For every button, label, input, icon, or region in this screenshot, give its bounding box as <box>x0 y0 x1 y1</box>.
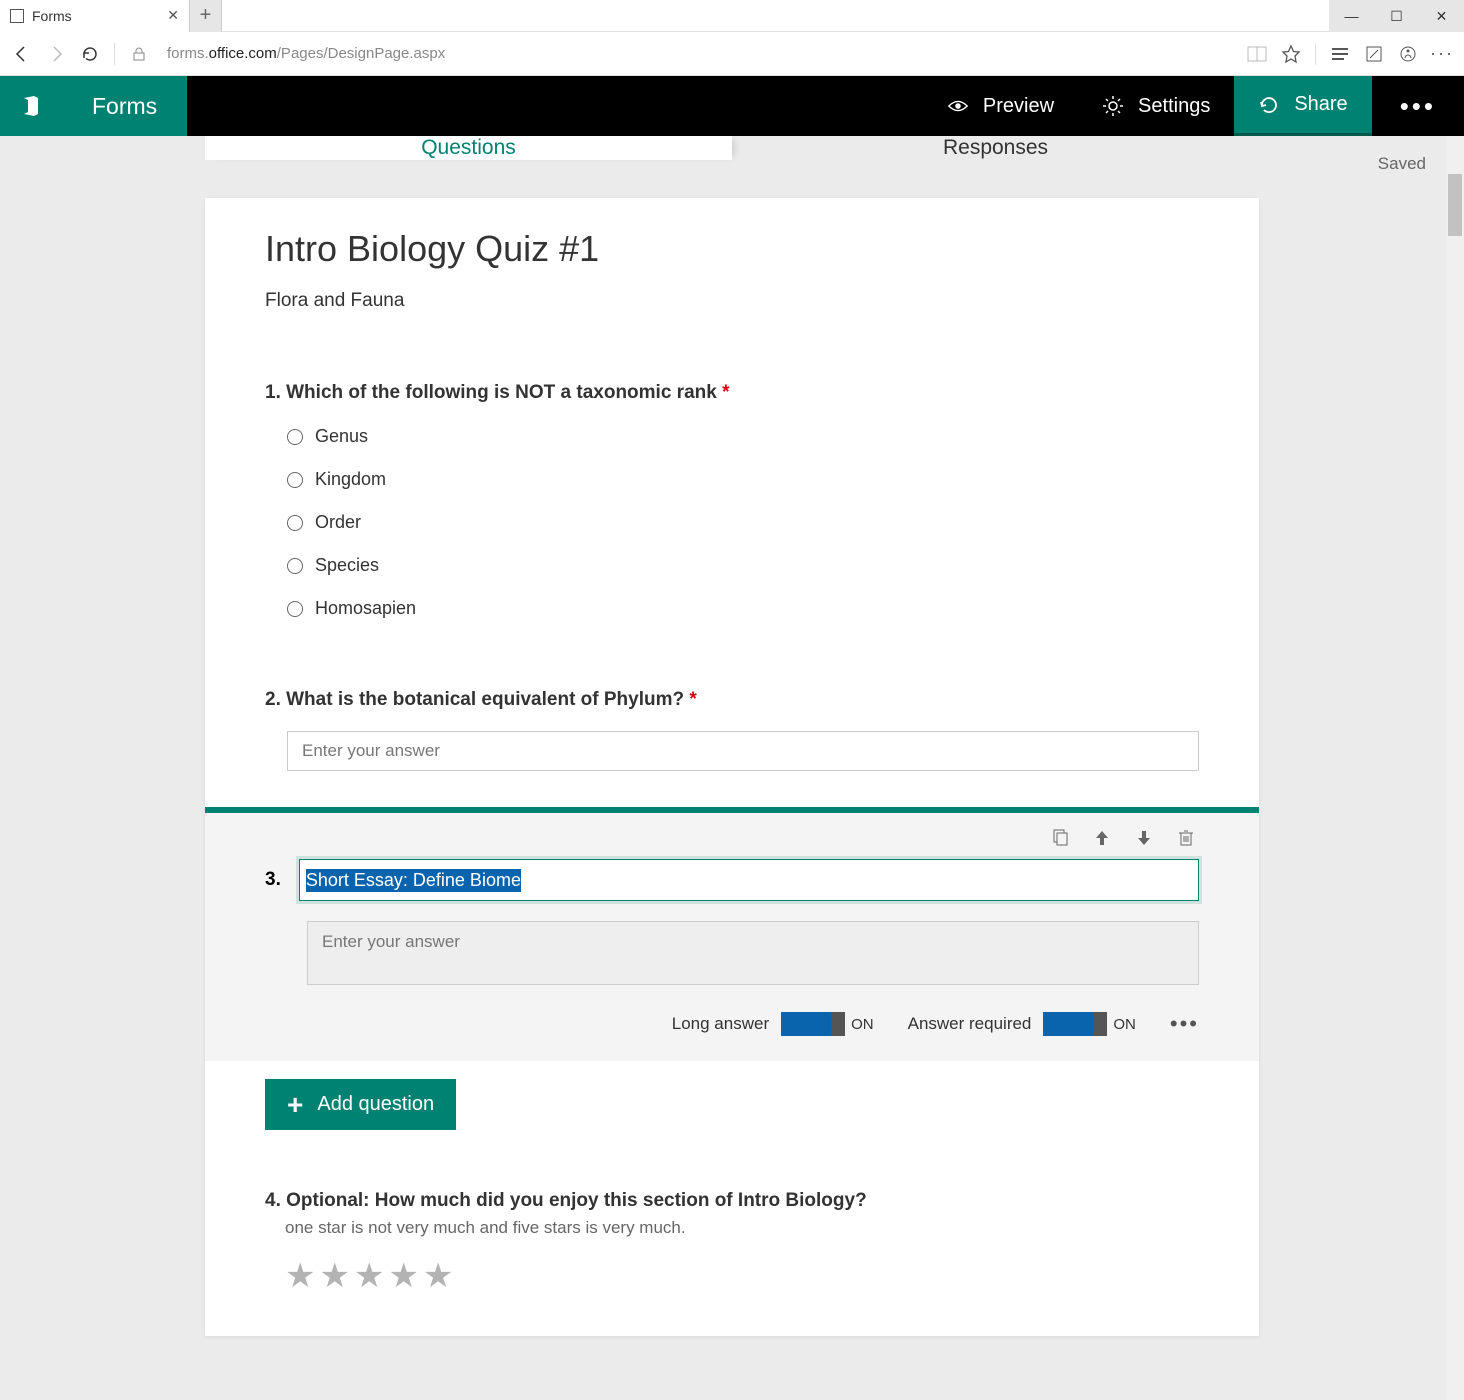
address-bar: forms.office.com/Pages/DesignPage.aspx ·… <box>0 32 1464 76</box>
webnote-icon[interactable] <box>1364 44 1384 64</box>
question-number: 3. <box>265 869 281 891</box>
form-title[interactable]: Intro Biology Quiz #1 <box>265 228 1199 270</box>
tab-responses[interactable]: Responses <box>732 136 1259 160</box>
required-toggle[interactable] <box>1043 1012 1107 1036</box>
question-4: 4. Optional: How much did you enjoy this… <box>265 1190 1199 1296</box>
question-text: 2. What is the botanical equivalent of P… <box>265 689 1199 711</box>
question-subtitle: one star is not very much and five stars… <box>265 1218 1199 1238</box>
preview-button[interactable]: Preview <box>923 76 1078 136</box>
gear-icon <box>1102 95 1124 117</box>
more-icon[interactable]: ··· <box>1432 44 1452 64</box>
browser-tab[interactable]: Forms ✕ <box>0 0 190 32</box>
long-answer-label: Long answer <box>672 1014 769 1034</box>
radio-icon[interactable] <box>287 472 303 488</box>
answer-input[interactable]: Enter your answer <box>287 731 1199 771</box>
question-1: 1. Which of the following is NOT a taxon… <box>265 382 1199 619</box>
page-icon <box>10 9 24 23</box>
question-2: 2. What is the botanical equivalent of P… <box>265 689 1199 771</box>
radio-icon[interactable] <box>287 558 303 574</box>
app-header: Forms Preview Settings Share ••• <box>0 76 1464 136</box>
browser-tab-bar: Forms ✕ + — ☐ ✕ <box>0 0 1464 32</box>
content-area: Saved Questions Responses Intro Biology … <box>0 136 1464 1400</box>
share-button[interactable]: Share <box>1234 76 1371 136</box>
refresh-button[interactable] <box>80 44 100 64</box>
option-row[interactable]: Kingdom <box>265 469 1199 490</box>
question-title-input[interactable]: Short Essay: Define Biome <box>299 859 1199 901</box>
radio-icon[interactable] <box>287 429 303 445</box>
copy-question-button[interactable] <box>1049 827 1071 849</box>
radio-icon[interactable] <box>287 515 303 531</box>
option-row[interactable]: Order <box>265 512 1199 533</box>
rating-stars[interactable]: ★★★★★ <box>265 1256 1199 1296</box>
form-card: Intro Biology Quiz #1 Flora and Fauna 1.… <box>205 198 1259 1336</box>
hub-icon[interactable] <box>1330 44 1350 64</box>
add-question-button[interactable]: + Add question <box>265 1079 456 1130</box>
share-icon[interactable] <box>1398 44 1418 64</box>
tab-questions[interactable]: Questions <box>205 136 732 160</box>
long-answer-input[interactable]: Enter your answer <box>307 921 1199 985</box>
forward-button[interactable] <box>46 44 66 64</box>
toggle-state: ON <box>1113 1016 1136 1033</box>
share-arrows-icon <box>1258 94 1280 116</box>
lock-icon <box>129 44 149 64</box>
toggle-state: ON <box>851 1016 874 1033</box>
reading-view-icon[interactable] <box>1247 44 1267 64</box>
scrollbar-thumb[interactable] <box>1448 174 1462 236</box>
new-tab-button[interactable]: + <box>190 0 222 32</box>
option-row[interactable]: Species <box>265 555 1199 576</box>
close-tab-icon[interactable]: ✕ <box>167 7 179 24</box>
minimize-button[interactable]: — <box>1329 0 1374 32</box>
office-icon <box>20 95 42 117</box>
app-launcher-button[interactable] <box>0 76 62 136</box>
form-subtitle[interactable]: Flora and Fauna <box>265 290 1199 312</box>
ellipsis-icon: ••• <box>1400 91 1436 122</box>
question-more-button[interactable]: ••• <box>1170 1011 1199 1037</box>
move-up-button[interactable] <box>1091 827 1113 849</box>
favorite-icon[interactable] <box>1281 44 1301 64</box>
back-button[interactable] <box>12 44 32 64</box>
plus-icon: + <box>287 1096 303 1114</box>
url-text[interactable]: forms.office.com/Pages/DesignPage.aspx <box>163 45 1233 62</box>
saved-status: Saved <box>1378 154 1426 174</box>
option-row[interactable]: Homosapien <box>265 598 1199 619</box>
maximize-button[interactable]: ☐ <box>1374 0 1419 32</box>
question-3-editing: 3. Short Essay: Define Biome Enter your … <box>205 807 1259 1061</box>
long-answer-toggle[interactable] <box>781 1012 845 1036</box>
option-row[interactable]: Genus <box>265 426 1199 447</box>
app-name[interactable]: Forms <box>62 76 187 136</box>
more-actions-button[interactable]: ••• <box>1372 76 1464 136</box>
delete-question-button[interactable] <box>1175 827 1197 849</box>
question-text: 4. Optional: How much did you enjoy this… <box>265 1190 1199 1212</box>
eye-icon <box>947 95 969 117</box>
move-down-button[interactable] <box>1133 827 1155 849</box>
question-text: 1. Which of the following is NOT a taxon… <box>265 382 1199 404</box>
close-window-button[interactable]: ✕ <box>1419 0 1464 32</box>
radio-icon[interactable] <box>287 601 303 617</box>
scrollbar[interactable] <box>1446 136 1464 1400</box>
settings-button[interactable]: Settings <box>1078 76 1234 136</box>
required-label: Answer required <box>908 1014 1032 1034</box>
tab-title: Forms <box>32 8 159 24</box>
